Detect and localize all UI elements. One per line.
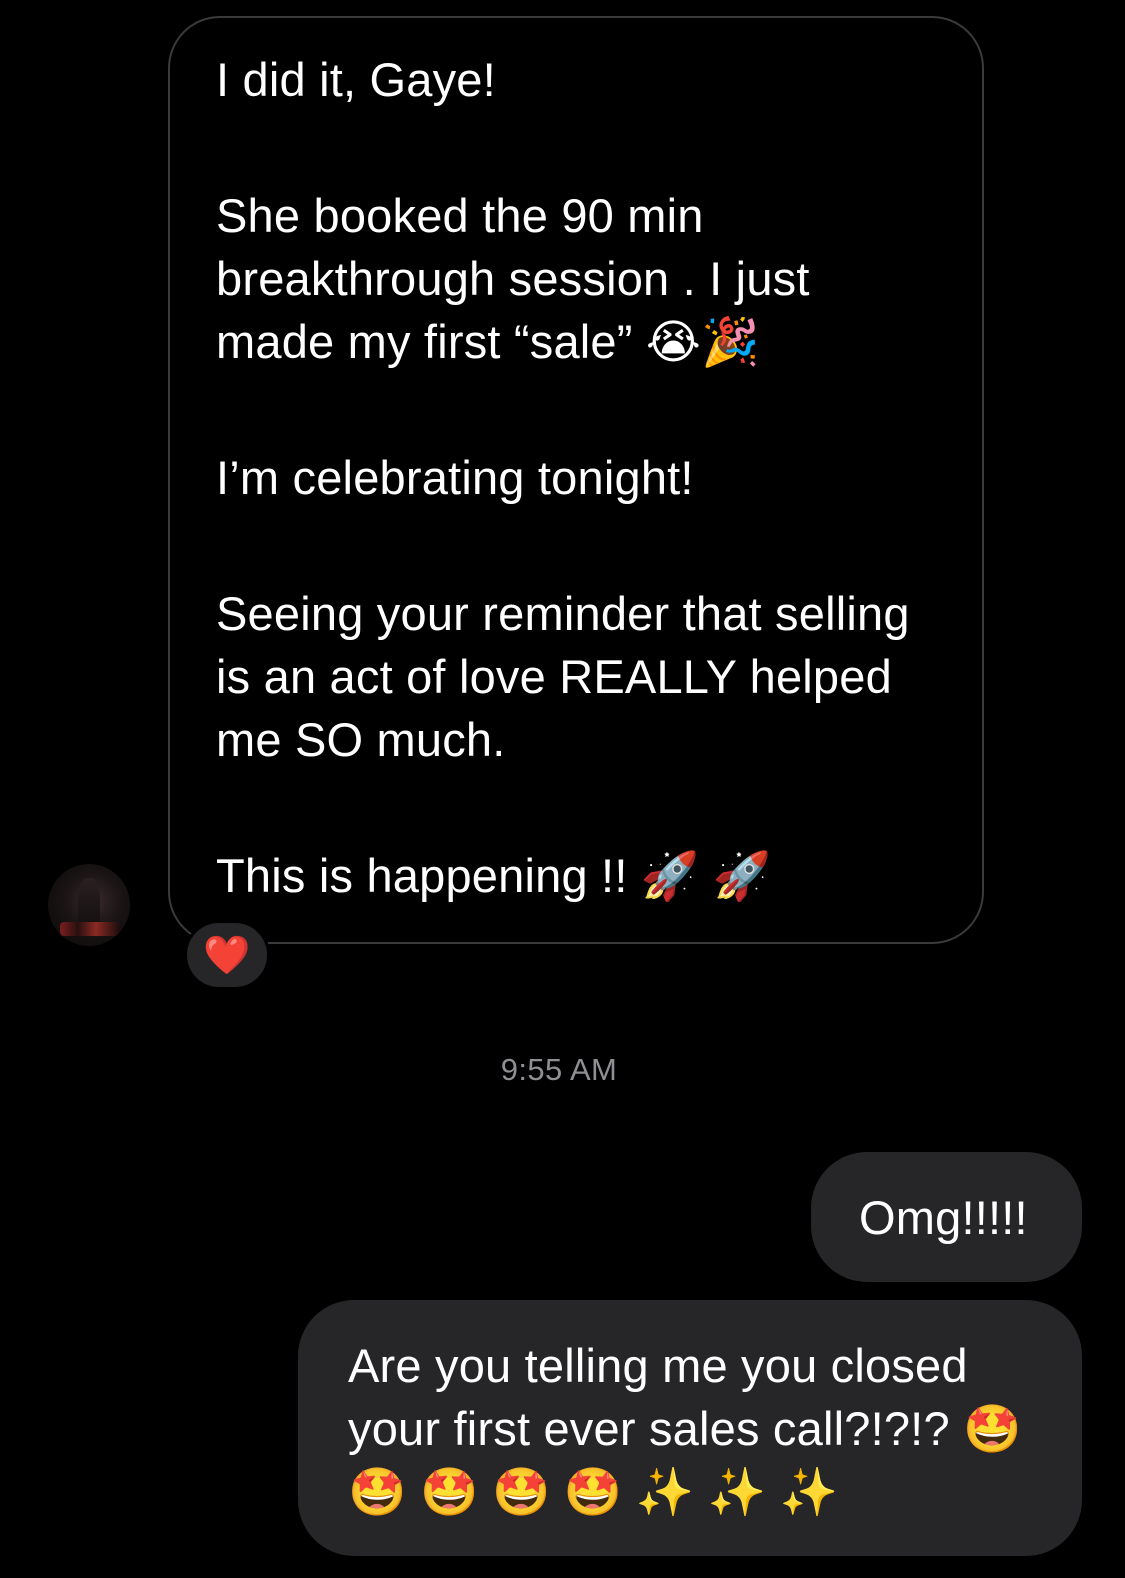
message-line: Omg!!!!! bbox=[859, 1191, 1028, 1244]
incoming-message-bubble[interactable]: I did it, Gaye! She booked the 90 min br… bbox=[168, 16, 984, 944]
outgoing-message-bubble[interactable]: Omg!!!!! bbox=[811, 1152, 1082, 1282]
message-line: me SO much. bbox=[216, 713, 506, 766]
heart-reaction-badge[interactable]: ❤️ bbox=[184, 920, 270, 990]
message-line: Seeing your reminder that selling bbox=[216, 587, 910, 640]
message-line: 🤩 🤩 🤩 🤩 ✨ ✨ ✨ bbox=[348, 1465, 839, 1518]
message-line: is an act of love REALLY helped bbox=[216, 650, 892, 703]
sender-avatar[interactable] bbox=[48, 864, 130, 946]
message-line: I’m celebrating tonight! bbox=[216, 451, 694, 504]
message-line: She booked the 90 min bbox=[216, 189, 704, 242]
message-timestamp: 9:55 AM bbox=[500, 1052, 618, 1087]
message-line: This is happening !! 🚀 🚀 bbox=[216, 849, 772, 902]
outgoing-message-bubble[interactable]: Are you telling me you closed your first… bbox=[298, 1300, 1082, 1556]
message-line: breakthrough session . I just bbox=[216, 252, 810, 305]
message-line: I did it, Gaye! bbox=[216, 53, 496, 106]
message-line: your first ever sales call?!?!? 🤩 bbox=[348, 1402, 1022, 1455]
message-line: made my first “sale” 😭🎉 bbox=[216, 315, 760, 368]
message-line: Are you telling me you closed bbox=[348, 1339, 968, 1392]
heart-icon: ❤️ bbox=[203, 932, 251, 977]
